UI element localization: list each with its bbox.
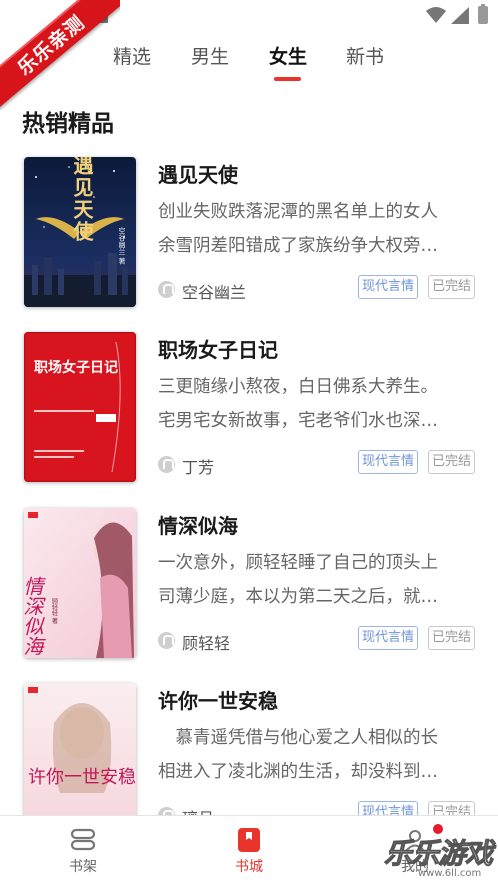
book-description: 创业失败跌落泥潭的黑名单上的女人 余雪阴差阳错成了家族纷争大权旁… [158, 202, 438, 256]
nav-label: 书架 [69, 859, 97, 875]
author-icon [158, 281, 175, 298]
status-tag: 已完结 [428, 450, 476, 474]
genre-tag: 现代言情 [358, 275, 419, 299]
cover-title: 情深似海 [24, 576, 44, 656]
battery-icon [478, 4, 488, 24]
watermark-url: www.6ll.com [418, 868, 482, 879]
author-name: 丁芳 [182, 458, 215, 477]
book-title: 遇见天使 [158, 163, 238, 187]
book-cover[interactable]: 职场女子日记 [24, 332, 136, 482]
author-icon [158, 456, 175, 473]
cover-author: 空谷幽兰 著 [118, 226, 126, 265]
book-cover[interactable]: 情深似海 顾轻轻 著 [24, 508, 136, 658]
cover-title: 许你一世安稳 [28, 767, 136, 788]
tab-male[interactable]: 男生 [191, 42, 229, 69]
book-description: 慕青遥凭借与他心爱之人相似的长 相进入了凌北渊的生活，却没料到… [158, 728, 438, 782]
tab-new-books[interactable]: 新书 [346, 42, 384, 69]
book-item[interactable]: 职场女子日记 职场女子日记 三更随缘小熬夜，白日佛系大养生。 宅男宅女新故事，宅… [0, 332, 498, 492]
cover-author: 顾轻轻 著 [51, 598, 58, 625]
status-tag: 已完结 [428, 626, 476, 650]
book-item[interactable]: 遇见天使 空谷幽兰 著 遇见天使 创业失败跌落泥潭的黑名单上的女人 余雪阴差阳错… [0, 157, 498, 317]
book-title: 许你一世安稳 [158, 689, 278, 713]
genre-tag: 现代言情 [358, 450, 419, 474]
book-description: 一次意外，顾轻轻睡了自己的顶头上 司薄少庭，本以为第二天之后，就… [158, 553, 438, 607]
bookstore-icon [238, 828, 260, 852]
book-description: 三更随缘小熬夜，白日佛系大养生。 宅男宅女新故事，宅老爷们水也深… [158, 377, 438, 431]
bookshelf-icon [70, 828, 96, 851]
book-cover[interactable]: 许你一世安稳 [24, 683, 136, 833]
nav-label: 书城 [235, 859, 263, 875]
book-item[interactable]: 情深似海 顾轻轻 著 情深似海 一次意外，顾轻轻睡了自己的顶头上 司薄少庭，本以… [0, 508, 498, 668]
site-watermark: 乐乐游戏 www.6ll.com [383, 832, 498, 885]
wifi-icon [426, 7, 446, 23]
book-title: 情深似海 [158, 514, 238, 538]
nav-bookstore[interactable]: 书城 [209, 816, 289, 885]
tab-active-indicator [274, 77, 301, 81]
author-name: 空谷幽兰 [182, 283, 247, 302]
tab-female[interactable]: 女生 [269, 42, 307, 69]
cover-title: 遇见天使 [70, 157, 94, 243]
book-cover[interactable]: 遇见天使 空谷幽兰 著 [24, 157, 136, 307]
cover-title: 职场女子日记 [34, 359, 118, 376]
status-tag: 已完结 [428, 275, 476, 299]
author-icon [158, 632, 175, 649]
ribbon-label: 乐乐亲测 [0, 0, 120, 110]
genre-tag: 现代言情 [358, 626, 419, 650]
signal-icon [451, 7, 469, 24]
ribbon-watermark: 乐乐亲测 [0, 0, 120, 110]
watermark-text: 乐乐游戏 [383, 837, 493, 871]
author-name: 顾轻轻 [182, 634, 231, 653]
book-title: 职场女子日记 [158, 338, 278, 362]
nav-bookshelf[interactable]: 书架 [43, 816, 123, 885]
